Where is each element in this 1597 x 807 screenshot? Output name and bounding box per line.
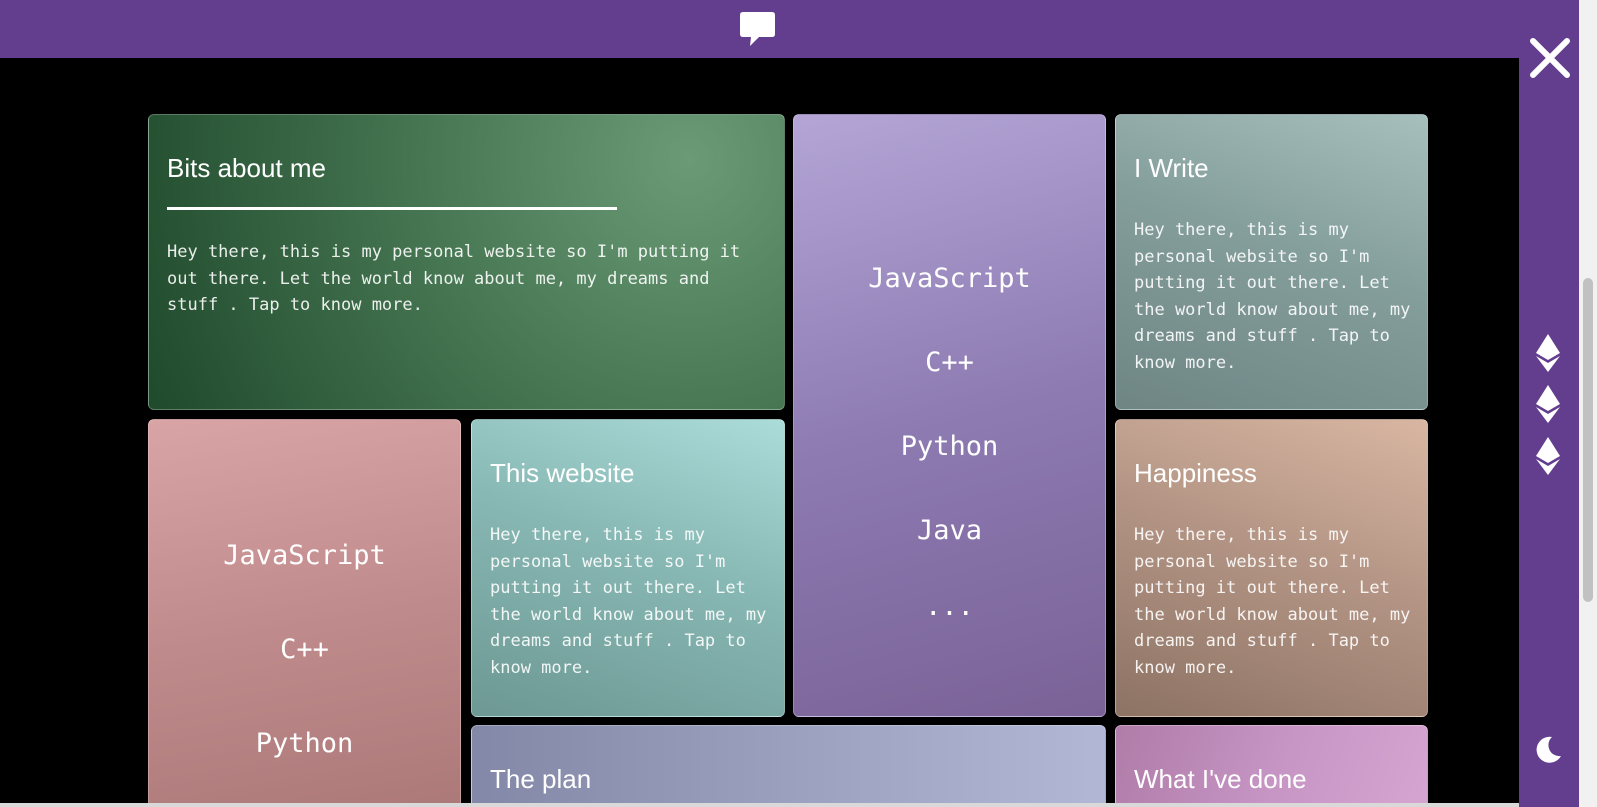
bottom-edge: [0, 803, 1519, 807]
card-text: Hey there, this is my personal website s…: [1134, 525, 1411, 678]
skill-item: Python: [255, 728, 354, 759]
skill-item: JavaScript: [223, 540, 386, 571]
skill-item: Python: [900, 431, 999, 462]
card-text: Hey there, this is my personal website s…: [490, 525, 767, 678]
skill-item: C++: [280, 634, 329, 665]
card-title: Bits about me: [167, 153, 326, 183]
scrollbar-thumb[interactable]: [1583, 278, 1593, 602]
card-grid: Bits about me Hey there, this is my pers…: [0, 58, 1519, 803]
ethereum-icon[interactable]: [1536, 385, 1560, 423]
ethereum-icon[interactable]: [1536, 437, 1560, 475]
card-skills-purple[interactable]: JavaScript C++ Python Java ...: [793, 114, 1106, 717]
chat-bubble-icon[interactable]: [739, 11, 776, 47]
card-happiness[interactable]: Happiness Hey there, this is my personal…: [1115, 419, 1428, 717]
skill-item: JavaScript: [868, 263, 1031, 294]
top-bar: [0, 0, 1519, 58]
moon-icon[interactable]: [1532, 734, 1564, 766]
skill-item: ...: [925, 591, 974, 622]
card-bits-about-me[interactable]: Bits about me Hey there, this is my pers…: [148, 114, 785, 410]
card-this-website[interactable]: This website Hey there, this is my perso…: [471, 419, 785, 717]
ethereum-icon[interactable]: [1536, 334, 1560, 372]
card-title: What I've done: [1134, 764, 1307, 794]
title-divider: [167, 207, 617, 210]
card-text: Hey there, this is my personal website s…: [167, 242, 741, 315]
skill-item: C++: [925, 347, 974, 378]
card-title: I Write: [1134, 153, 1209, 183]
close-icon[interactable]: [1525, 33, 1575, 83]
card-i-write[interactable]: I Write Hey there, this is my personal w…: [1115, 114, 1428, 410]
card-what-ive-done[interactable]: What I've done: [1115, 725, 1428, 803]
card-title: This website: [490, 458, 635, 488]
card-skills-pink[interactable]: JavaScript C++ Python: [148, 419, 461, 803]
card-title: The plan: [490, 764, 592, 794]
card-the-plan[interactable]: The plan: [471, 725, 1106, 803]
card-title: Happiness: [1134, 458, 1257, 488]
skill-item: Java: [916, 515, 983, 546]
card-text: Hey there, this is my personal website s…: [1134, 220, 1411, 373]
